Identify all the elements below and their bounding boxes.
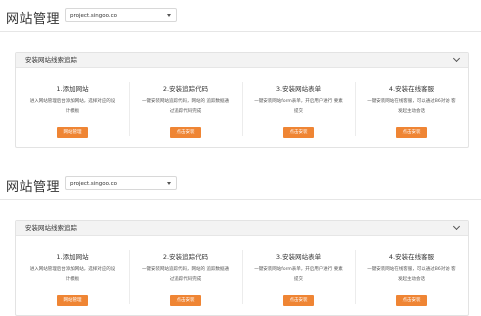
install-chat-button[interactable]: 点击安装 xyxy=(396,295,427,306)
step-description: 进入网站管理后台添加网站，选择对应的设计模板 xyxy=(29,267,116,282)
page-title: 网站管理 xyxy=(6,12,61,27)
site-select-value: project.singoo.co xyxy=(70,13,117,19)
step-title: 1.添加网站 xyxy=(56,253,89,261)
install-tracking-button[interactable]: 点击安装 xyxy=(170,295,201,306)
steps-row: 1.添加网站 进入网站管理后台添加网站，选择对应的设计模板 网站管理 2.安装追… xyxy=(16,236,468,315)
step-title: 3.安装网站表单 xyxy=(275,253,322,261)
step-install-tracking: 2.安装追踪代码 一键安装网站追踪代码，网站的 追踪数据通过追踪代码完成 点击安… xyxy=(129,236,242,315)
header-divider xyxy=(0,199,481,200)
step-title: 1.添加网站 xyxy=(56,85,89,93)
step-add-site: 1.添加网站 进入网站管理后台添加网站，选择对应的设计模板 网站管理 xyxy=(16,68,129,147)
install-tracking-button[interactable]: 点击安装 xyxy=(170,127,201,138)
site-management-button[interactable]: 网站管理 xyxy=(57,127,88,138)
panel-header[interactable]: 安装网站线索追踪 xyxy=(16,221,468,236)
chevron-down-icon xyxy=(167,14,171,17)
chevron-down-icon[interactable] xyxy=(452,222,461,231)
chevron-down-icon xyxy=(167,182,171,185)
install-form-button[interactable]: 点击安装 xyxy=(283,127,314,138)
step-title: 4.安装在线客服 xyxy=(388,253,435,261)
chevron-down-icon[interactable] xyxy=(452,54,461,63)
site-select-value: project.singoo.co xyxy=(70,181,117,187)
step-description: 一键安装网站追踪代码，网站的 追踪数据通过追踪代码完成 xyxy=(142,99,229,114)
page-header: 网站管理 project.singoo.co xyxy=(6,6,476,27)
step-install-chat: 4.安装在线客服 一键安装网站在线客服，可以通过B6对访 客发起主动会话 点击安… xyxy=(355,68,468,147)
step-title: 2.安装追踪代码 xyxy=(162,85,209,93)
panel-title: 安装网站线索追踪 xyxy=(25,56,77,64)
site-management-button[interactable]: 网站管理 xyxy=(57,295,88,306)
step-description: 一键安装网站追踪代码，网站的 追踪数据通过追踪代码完成 xyxy=(142,267,229,282)
step-install-chat: 4.安装在线客服 一键安装网站在线客服，可以通过B6对访 客发起主动会话 点击安… xyxy=(355,236,468,315)
site-select[interactable]: project.singoo.co xyxy=(65,8,177,22)
step-description: 一键安装网站在线客服，可以通过B6对访 客发起主动会话 xyxy=(367,99,456,114)
step-title: 4.安装在线客服 xyxy=(388,85,435,93)
step-install-tracking: 2.安装追踪代码 一键安装网站追踪代码，网站的 追踪数据通过追踪代码完成 点击安… xyxy=(129,68,242,147)
step-description: 一键安装网站form表单，开启用户进行 要素提交 xyxy=(254,267,343,282)
page-title: 网站管理 xyxy=(6,180,61,195)
steps-row: 1.添加网站 进入网站管理后台添加网站，选择对应的设计模板 网站管理 2.安装追… xyxy=(16,68,468,147)
site-select[interactable]: project.singoo.co xyxy=(65,176,177,190)
lead-tracking-panel: 安装网站线索追踪 1.添加网站 进入网站管理后台添加网站，选择对应的设计模板 网… xyxy=(15,220,469,316)
step-title: 2.安装追踪代码 xyxy=(162,253,209,261)
panel-header[interactable]: 安装网站线索追踪 xyxy=(16,53,468,68)
panel-title: 安装网站线索追踪 xyxy=(25,224,77,232)
install-form-button[interactable]: 点击安装 xyxy=(283,295,314,306)
step-install-form: 3.安装网站表单 一键安装网站form表单，开启用户进行 要素提交 点击安装 xyxy=(242,68,355,147)
step-install-form: 3.安装网站表单 一键安装网站form表单，开启用户进行 要素提交 点击安装 xyxy=(242,236,355,315)
install-chat-button[interactable]: 点击安装 xyxy=(396,127,427,138)
step-description: 一键安装网站在线客服，可以通过B6对访 客发起主动会话 xyxy=(367,267,456,282)
step-add-site: 1.添加网站 进入网站管理后台添加网站，选择对应的设计模板 网站管理 xyxy=(16,236,129,315)
step-description: 进入网站管理后台添加网站，选择对应的设计模板 xyxy=(29,99,116,114)
lead-tracking-panel: 安装网站线索追踪 1.添加网站 进入网站管理后台添加网站，选择对应的设计模板 网… xyxy=(15,52,469,148)
step-description: 一键安装网站form表单，开启用户进行 要素提交 xyxy=(254,99,343,114)
page-header: 网站管理 project.singoo.co xyxy=(6,174,476,195)
step-title: 3.安装网站表单 xyxy=(275,85,322,93)
header-divider xyxy=(0,31,481,32)
